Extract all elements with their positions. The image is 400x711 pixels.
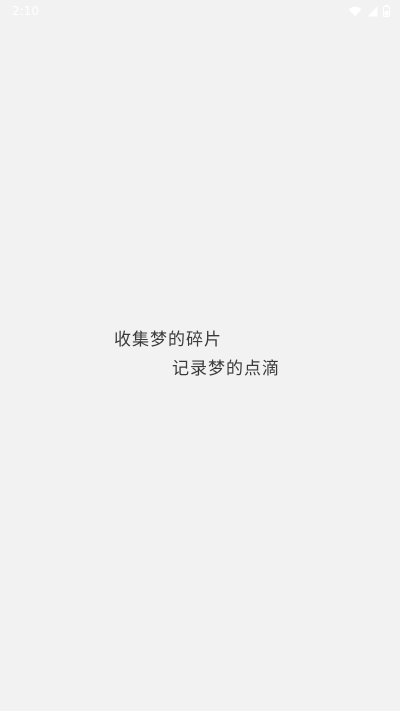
splash-slogan: 收集梦的碎片 记录梦的点滴 (0, 0, 400, 711)
slogan-line-collect: 收集梦的碎片 (114, 330, 222, 350)
slogan-line-record: 记录梦的点滴 (172, 359, 280, 379)
